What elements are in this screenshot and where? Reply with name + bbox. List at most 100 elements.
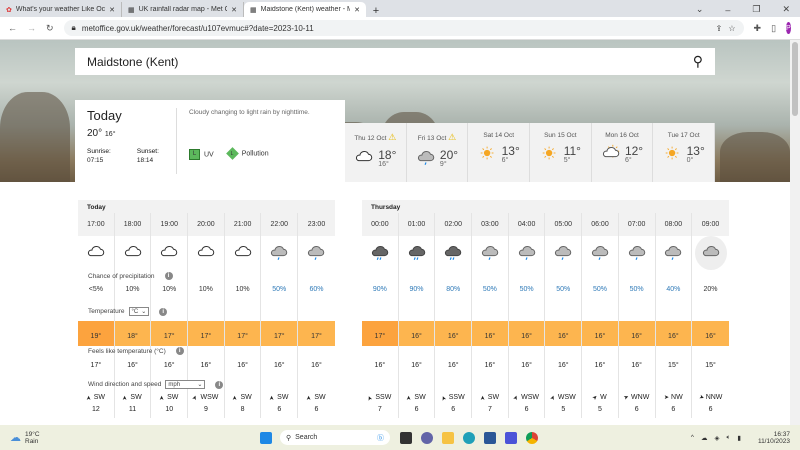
show-hidden-icon[interactable]: ^: [691, 434, 694, 441]
location-search-input[interactable]: Maidstone (Kent): [87, 55, 178, 69]
light-rain-icon: [480, 242, 500, 264]
hour-temperature: 16°: [508, 321, 545, 346]
feels-like-temperature: 16°: [127, 362, 138, 369]
close-window-icon[interactable]: ✕: [782, 4, 790, 15]
feels-like-temperature: 16°: [594, 362, 606, 369]
browser-tab[interactable]: ▦UK rainfall radar map - Met Offic✕: [122, 2, 244, 17]
day-date: Thu 12 Oct: [354, 135, 387, 142]
day-tab[interactable]: Sat 14 Oct 13° 6°: [468, 123, 531, 182]
day-tab[interactable]: Mon 16 Oct 12° 6°: [592, 123, 654, 182]
hour-column[interactable]: 00:00 90% 17° 16° ➤SSW 7: [362, 213, 399, 418]
hour-column[interactable]: 02:00 80% 16° 16° ➤SSW 6: [435, 213, 473, 418]
close-tab-icon[interactable]: ✕: [354, 6, 360, 14]
app-icon[interactable]: [505, 431, 517, 444]
wind-speed: 7: [377, 406, 382, 413]
tab-favicon-icon: ✿: [6, 6, 12, 14]
hour-column[interactable]: 22:00 50% 17° 16° ➤ SW 6: [261, 213, 299, 418]
hour-temperature: 16°: [618, 321, 655, 346]
search-icon[interactable]: ⚲: [693, 53, 703, 70]
hour-column[interactable]: 03:00 50% 16° 16° ➤ SW 7: [472, 213, 509, 418]
precip-chance: 10%: [125, 286, 140, 293]
back-icon[interactable]: ←: [8, 23, 17, 33]
daily-forecast-tabs: Thu 12 Oct ⚠ 18° 16° Fri 13 Oct ⚠ 20° 9° Sat…: [345, 123, 716, 182]
wind-speed: 12: [91, 406, 100, 413]
close-tab-icon[interactable]: ✕: [231, 6, 237, 14]
taskbar-weather-widget[interactable]: ☁ 19°C Rain: [0, 431, 260, 445]
location-search-bar[interactable]: Maidstone (Kent) ⚲: [75, 48, 715, 75]
wind-direction: SW: [130, 394, 142, 401]
hour-time: 22:00: [261, 213, 298, 236]
hour-column[interactable]: 07:00 50% 16° 16° ➤WNW 6: [618, 213, 656, 418]
wind-direction: NW: [671, 394, 683, 401]
hour-time: 02:00: [435, 213, 472, 236]
browser-tab-active[interactable]: ▦ Maidstone (Kent) weather - Met ✕: [244, 2, 366, 17]
browser-tab-bar: ✿ What's your weather Like Octob ✕ ▦ UK rai…: [0, 0, 800, 17]
heavy-rain-icon: [370, 242, 390, 264]
hour-column[interactable]: 23:00 60% 17° 16° ➤ SW 6: [298, 213, 335, 418]
profile-avatar[interactable]: P: [786, 22, 791, 34]
wind-speed: 9: [203, 406, 208, 413]
feels-like-temperature: 15°: [705, 362, 716, 369]
tab-search-icon[interactable]: ⌄: [696, 4, 704, 15]
today-title: Today: [87, 108, 122, 123]
hour-time: 03:00: [472, 213, 508, 236]
hour-column[interactable]: 09:00 20% 16° 15° ➤NNW 6: [692, 213, 729, 418]
windows-start-icon[interactable]: [260, 431, 272, 444]
hour-column[interactable]: 21:00 10% 17° 16° ➤ SW 8: [224, 213, 262, 418]
light-rain-icon: [517, 242, 537, 264]
wind-unit-select[interactable]: mph ⌄: [165, 380, 206, 389]
info-icon[interactable]: i: [175, 347, 184, 355]
weather-warning-icon[interactable]: ⚠: [388, 132, 396, 142]
day-tab[interactable]: Tue 17 Oct 13° 0°: [653, 123, 716, 182]
scrollbar-thumb[interactable]: [792, 42, 798, 116]
chrome-icon[interactable]: [526, 431, 538, 444]
day-high: 13°: [501, 143, 520, 158]
day-date: Sun 15 Oct: [544, 132, 577, 139]
hour-column[interactable]: 06:00 50% 16° 16° ➤W 5: [582, 213, 619, 418]
hour-column[interactable]: 08:00 40% 16° 15° ➤ NW 6: [655, 213, 693, 418]
onedrive-icon[interactable]: ☁: [701, 434, 708, 442]
volume-icon[interactable]: 🔈︎: [726, 434, 730, 442]
day-date: Sat 14 Oct: [483, 132, 515, 139]
extensions-icon[interactable]: ✚: [754, 23, 762, 34]
new-tab-button[interactable]: +: [366, 5, 386, 17]
task-view-icon[interactable]: [400, 431, 412, 444]
cloudy-icon: [196, 242, 216, 264]
weather-warning-icon[interactable]: ⚠: [448, 132, 456, 142]
pollution-indicator[interactable]: L Pollution: [225, 147, 269, 161]
taskbar-clock[interactable]: 16:37 11/10/2023: [758, 431, 790, 445]
hour-temperature: 16°: [692, 321, 729, 346]
precip-chance: 40%: [666, 286, 681, 293]
reload-icon[interactable]: ↻: [46, 23, 54, 34]
edge-icon[interactable]: [463, 431, 475, 444]
info-icon[interactable]: i: [164, 272, 173, 280]
file-explorer-icon[interactable]: [442, 431, 454, 444]
uv-indicator[interactable]: L UV: [189, 148, 214, 160]
url-bar[interactable]: 🔒︎ metoffice.gov.uk/weather/forecast/u107…: [63, 20, 744, 36]
sidebar-icon[interactable]: ▯: [771, 23, 776, 34]
bookmark-star-icon[interactable]: ☆: [728, 24, 735, 33]
share-icon[interactable]: ⇪: [716, 24, 723, 33]
taskbar-search[interactable]: ⚲ Search ⓑ: [280, 430, 390, 445]
info-icon[interactable]: i: [159, 307, 168, 316]
precip-chance: 50%: [592, 286, 607, 293]
hour-time: 20:00: [188, 213, 224, 236]
day-tab[interactable]: Thu 12 Oct ⚠ 18° 16°: [345, 123, 407, 182]
minimize-icon[interactable]: –: [725, 5, 730, 15]
battery-icon[interactable]: ▮: [737, 434, 741, 442]
temp-unit-select[interactable]: °C ⌄: [128, 307, 150, 316]
browser-tab[interactable]: ✿ What's your weather Like Octob ✕: [0, 2, 122, 17]
forward-icon[interactable]: →: [27, 23, 36, 33]
hour-column[interactable]: 04:00 50% 16° 16° ➤WSW 6: [508, 213, 546, 418]
info-icon[interactable]: i: [215, 380, 224, 389]
hour-column[interactable]: 05:00 50% 16° 16° ➤WSW 5: [545, 213, 583, 418]
wind-direction: SW: [314, 394, 326, 401]
day-tab[interactable]: Fri 13 Oct ⚠ 20° 9°: [407, 123, 469, 182]
close-tab-icon[interactable]: ✕: [109, 6, 115, 14]
hour-column[interactable]: 01:00 90% 16° 16° ➤ SW 6: [398, 213, 436, 418]
restore-icon[interactable]: ❐: [752, 4, 760, 15]
wifi-icon[interactable]: ◈: [714, 434, 719, 442]
store-icon[interactable]: [484, 431, 496, 444]
day-tab[interactable]: Sun 15 Oct 11° 5°: [530, 123, 592, 182]
teams-icon[interactable]: [421, 431, 433, 444]
